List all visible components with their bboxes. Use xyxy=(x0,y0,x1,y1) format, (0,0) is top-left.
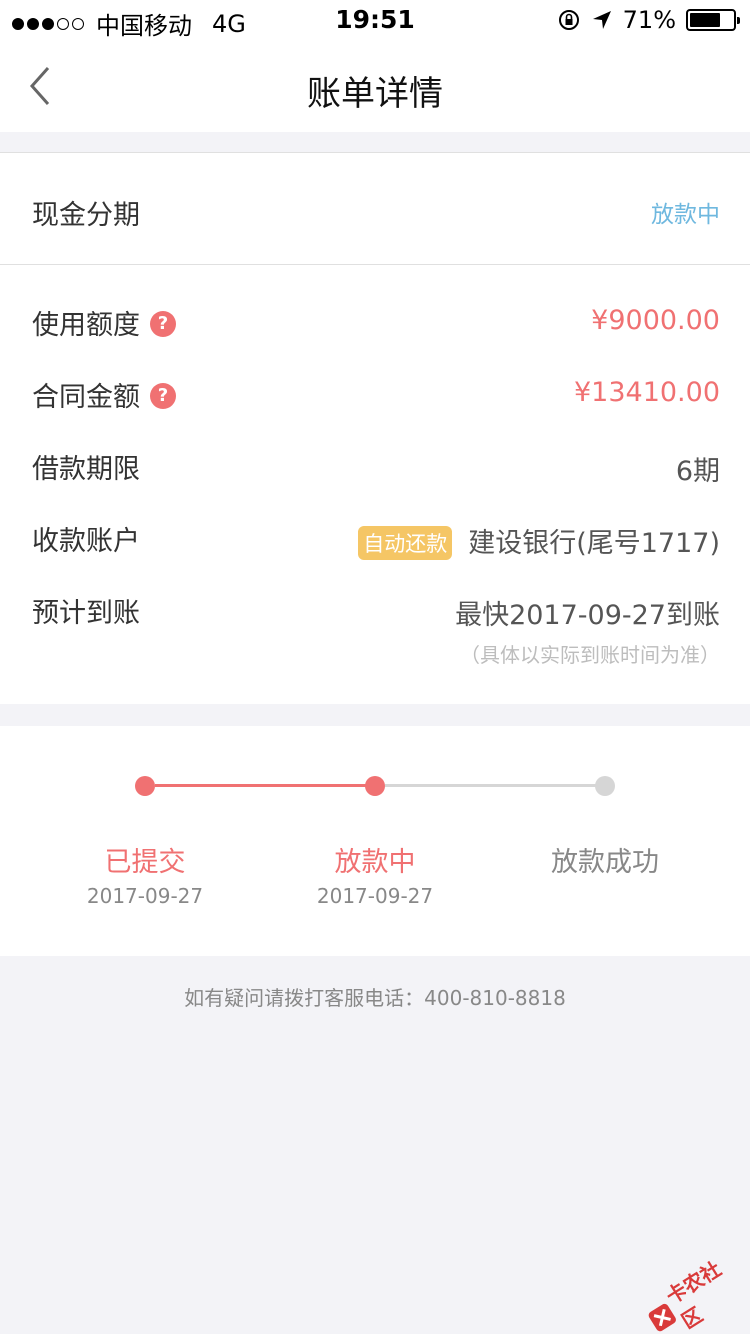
step-dot-disbursing xyxy=(365,776,385,796)
progress-line-done xyxy=(155,784,375,787)
loan-details-card: 使用额度? ¥9000.00 合同金额? ¥13410.00 借款期限 6期 收… xyxy=(0,264,750,704)
step-label-success: 放款成功 xyxy=(551,847,659,878)
contract-amount-value: ¥13410.00 xyxy=(573,377,720,408)
step-dot-submitted xyxy=(135,776,155,796)
auto-repay-badge: 自动还款 xyxy=(358,525,453,560)
battery-percent: 71% xyxy=(622,6,676,34)
step-date-disbursing: 2017-09-27 xyxy=(316,884,434,908)
help-icon[interactable]: ? xyxy=(150,310,176,337)
term-value: 6期 xyxy=(675,456,720,487)
contract-amount-row: 合同金额? xyxy=(32,375,176,414)
loan-type-label: 现金分期 xyxy=(32,200,140,231)
used-limit-label: 使用额度 xyxy=(32,310,140,341)
battery-icon xyxy=(686,9,740,31)
location-arrow-icon xyxy=(592,11,611,29)
step-label-disbursing: 放款中 xyxy=(334,847,416,878)
step-date-submitted: 2017-09-27 xyxy=(86,884,204,908)
term-label: 借款期限 xyxy=(32,454,140,485)
eta-note: （具体以实际到账时间为准） xyxy=(460,643,720,667)
customer-service-hotline[interactable]: 如有疑问请拨打客服电话：400-810-8818 xyxy=(0,982,750,1011)
used-limit-row: 使用额度? xyxy=(32,303,176,342)
step-dot-success xyxy=(595,776,615,796)
battery-fill xyxy=(690,13,720,27)
loan-status: 放款中 xyxy=(651,202,720,228)
eta-value: 最快2017-09-27到账 xyxy=(455,600,720,631)
loan-type-card: 现金分期 放款中 xyxy=(0,152,750,264)
progress-line-pending xyxy=(385,784,605,787)
account-label: 收款账户 xyxy=(32,526,140,557)
navigation-bar: 账单详情 xyxy=(0,40,750,132)
contract-amount-label: 合同金额 xyxy=(32,382,140,413)
step-label-submitted: 已提交 xyxy=(104,847,186,878)
account-value: 建设银行(尾号1717) xyxy=(468,528,720,559)
account-row: 自动还款 建设银行(尾号1717) xyxy=(358,521,720,562)
page-title: 账单详情 xyxy=(307,74,443,114)
used-limit-value: ¥9000.00 xyxy=(591,305,720,336)
rotation-lock-icon xyxy=(558,10,579,30)
watermark: 卡农社区 xyxy=(638,1252,746,1334)
eta-label: 预计到账 xyxy=(32,598,140,629)
progress-card: 已提交 2017-09-27 放款中 2017-09-27 放款成功 xyxy=(0,726,750,956)
status-bar: 中国移动 4G 19:51 71% xyxy=(0,0,750,40)
help-icon[interactable]: ? xyxy=(150,382,176,409)
